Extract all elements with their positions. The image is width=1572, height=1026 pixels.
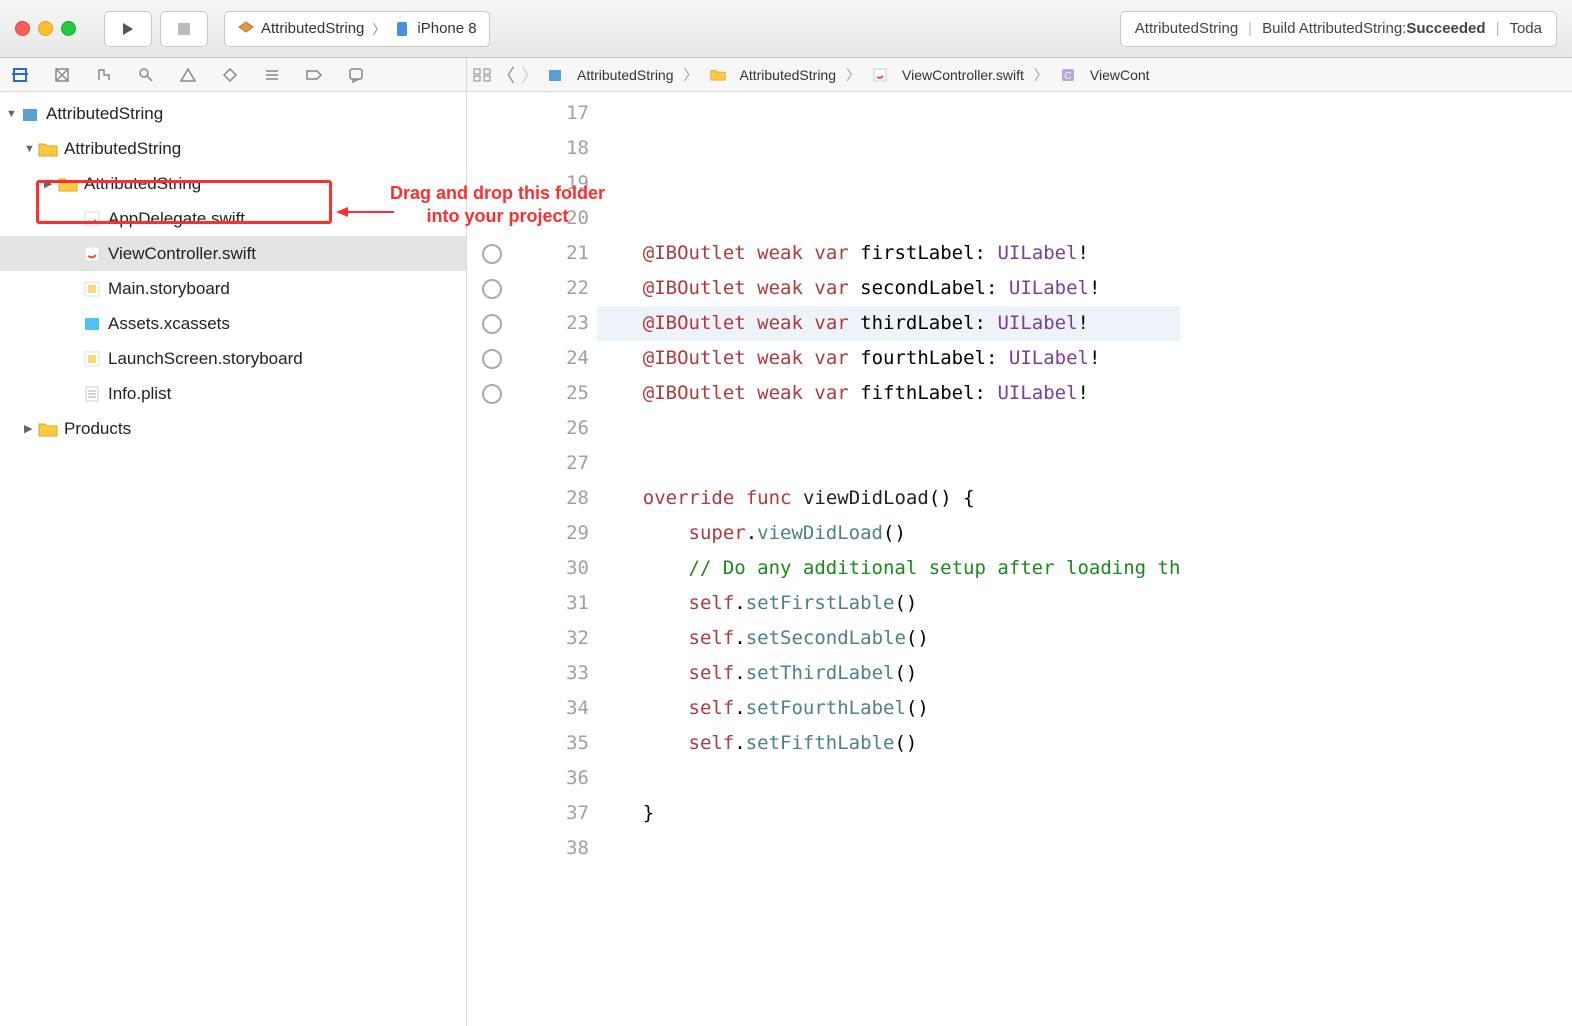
test-navigator-tab[interactable]: [218, 63, 242, 87]
tree-file[interactable]: Assets.xcassets: [0, 306, 466, 341]
tree-group-label: AttributedString: [64, 139, 181, 159]
annotation-line1: Drag and drop this folder: [390, 182, 605, 205]
storyboard-icon: [82, 279, 102, 299]
scheme-device: iPhone 8: [417, 20, 476, 37]
stop-button[interactable]: [160, 11, 208, 47]
navigator-tabs: [0, 58, 466, 92]
status-build-result: Succeeded: [1406, 20, 1485, 37]
plist-icon: [82, 384, 102, 404]
line-gutter: 1718192021222324252627282930313233343536…: [517, 92, 597, 1026]
project-navigator-tab[interactable]: [8, 63, 32, 87]
forward-icon[interactable]: 〉: [521, 62, 539, 88]
debug-navigator-tab[interactable]: [260, 63, 284, 87]
find-navigator-tab[interactable]: [134, 63, 158, 87]
breakpoint-gutter[interactable]: [467, 92, 517, 1026]
annotation-arrow-icon: [336, 205, 396, 219]
code-editor[interactable]: 1718192021222324252627282930313233343536…: [467, 92, 1572, 1026]
folder-icon: [708, 65, 728, 85]
status-build-prefix: Build AttributedString:: [1262, 20, 1406, 37]
breakpoint-navigator-tab[interactable]: [302, 63, 326, 87]
tree-products[interactable]: ▶ Products: [0, 411, 466, 446]
code-body[interactable]: @IBOutlet weak var firstLabel: UILabel! …: [597, 92, 1180, 1026]
report-navigator-tab[interactable]: [344, 63, 368, 87]
jump-p4[interactable]: ViewCont: [1090, 67, 1150, 83]
status-project: AttributedString: [1135, 20, 1238, 37]
jump-p1[interactable]: AttributedString: [577, 67, 674, 83]
folder-icon: [38, 419, 58, 439]
tree-file[interactable]: Main.storyboard: [0, 271, 466, 306]
swift-icon: [82, 244, 102, 264]
tree-file-label: ViewController.swift: [108, 244, 256, 264]
tree-file-label: Assets.xcassets: [108, 314, 230, 334]
scheme-selector[interactable]: AttributedString 〉 iPhone 8: [224, 11, 490, 47]
tree-root-label: AttributedString: [46, 104, 163, 124]
folder-icon: [58, 174, 78, 194]
issue-navigator-tab[interactable]: [176, 63, 200, 87]
tree-file-label: AppDelegate.swift: [108, 209, 245, 229]
class-icon: C: [1058, 65, 1078, 85]
run-button[interactable]: [104, 11, 152, 47]
disclosure-triangle-icon[interactable]: ▼: [24, 143, 38, 155]
swift-icon: [870, 65, 890, 85]
editor: 〈 〉 AttributedString〉 AttributedString〉 …: [467, 58, 1572, 1026]
ib-outlet-indicator-icon[interactable]: [482, 349, 502, 369]
related-items-icon[interactable]: [473, 68, 491, 82]
disclosure-triangle-icon[interactable]: ▶: [24, 422, 38, 435]
swift-icon: [82, 209, 102, 229]
close-window-icon[interactable]: [15, 21, 30, 36]
build-status[interactable]: AttributedString | Build AttributedStrin…: [1120, 11, 1557, 47]
xcodeproj-icon: [545, 65, 565, 85]
symbol-navigator-tab[interactable]: [92, 63, 116, 87]
tree-products-label: Products: [64, 419, 131, 439]
source-control-tab[interactable]: [50, 63, 74, 87]
tree-file[interactable]: LaunchScreen.storyboard: [0, 341, 466, 376]
traffic-lights: [15, 21, 76, 36]
scheme-project: AttributedString: [261, 20, 364, 37]
disclosure-triangle-icon[interactable]: ▶: [44, 177, 58, 190]
tree-file-label: LaunchScreen.storyboard: [108, 349, 303, 369]
minimize-window-icon[interactable]: [38, 21, 53, 36]
ib-outlet-indicator-icon[interactable]: [482, 314, 502, 334]
tree-file[interactable]: ViewController.swift: [0, 236, 466, 271]
folder-icon: [38, 139, 58, 159]
xcassets-icon: [82, 314, 102, 334]
jump-p2[interactable]: AttributedString: [740, 67, 837, 83]
storyboard-icon: [82, 349, 102, 369]
xcodeproj-icon: [20, 104, 40, 124]
tree-root[interactable]: ▼ AttributedString: [0, 96, 466, 131]
tree-file-label: Info.plist: [108, 384, 171, 404]
annotation-line2: into your project: [390, 205, 605, 228]
ib-outlet-indicator-icon[interactable]: [482, 384, 502, 404]
toolbar: AttributedString 〉 iPhone 8 AttributedSt…: [0, 0, 1572, 58]
ib-outlet-indicator-icon[interactable]: [482, 279, 502, 299]
disclosure-triangle-icon[interactable]: ▼: [6, 108, 20, 120]
tree-file[interactable]: Info.plist: [0, 376, 466, 411]
project-tree: ▼ AttributedString ▼ AttributedString ▶ …: [0, 92, 466, 446]
svg-text:C: C: [1064, 71, 1071, 82]
tree-folder-label: AttributedString: [84, 174, 201, 194]
ib-outlet-indicator-icon[interactable]: [482, 244, 502, 264]
tree-group[interactable]: ▼ AttributedString: [0, 131, 466, 166]
annotation-text: Drag and drop this folder into your proj…: [390, 182, 605, 229]
zoom-window-icon[interactable]: [61, 21, 76, 36]
jump-p3[interactable]: ViewController.swift: [902, 67, 1024, 83]
status-time: Toda: [1509, 20, 1542, 37]
back-icon[interactable]: 〈: [497, 62, 515, 88]
tree-file-label: Main.storyboard: [108, 279, 230, 299]
jump-bar[interactable]: 〈 〉 AttributedString〉 AttributedString〉 …: [467, 58, 1572, 92]
